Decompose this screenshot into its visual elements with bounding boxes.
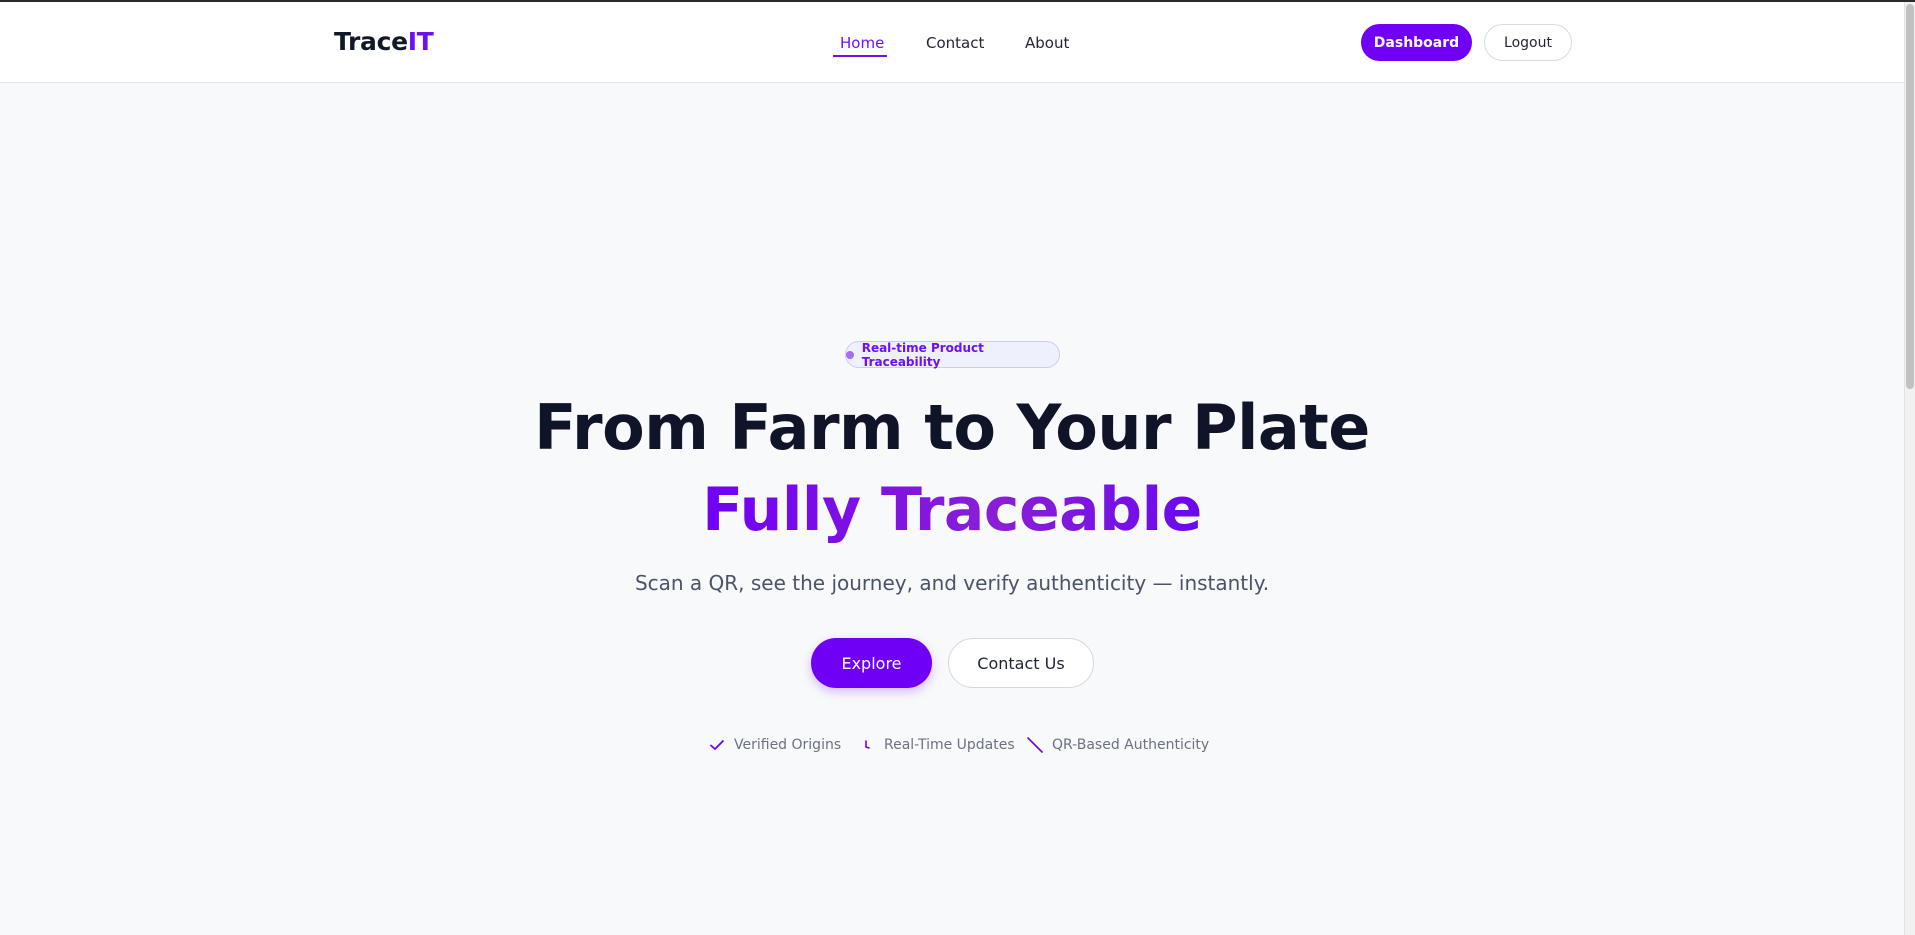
logout-button[interactable]: Logout: [1484, 24, 1572, 61]
nav-link-home[interactable]: Home: [840, 34, 884, 52]
hero-subtitle-text: Fully Traceable: [702, 475, 1202, 545]
scrollbar-thumb[interactable]: [1906, 4, 1914, 389]
badge-label: Real-time Product Traceability: [861, 340, 984, 369]
nav-link-about[interactable]: About: [1025, 34, 1069, 52]
hero-description: Scan a QR, see the journey, and verify a…: [634, 571, 1270, 595]
feature-verified-origins: Verified Origins: [708, 735, 841, 755]
feature-real-time-updates: Real-Time Updates: [858, 735, 1015, 755]
main-nav: Home Contact About: [0, 2, 1904, 82]
clock-icon: [865, 740, 870, 749]
feature-qr-authenticity: QR-Based Authenticity: [1026, 735, 1209, 755]
hero-subtitle: Fully Traceable: [0, 474, 1904, 546]
nav-link-contact[interactable]: Contact: [926, 34, 984, 52]
dashboard-button[interactable]: Dashboard: [1361, 24, 1472, 61]
feature-label: Verified Origins: [734, 737, 842, 753]
slash-icon: [1027, 737, 1043, 753]
traceability-badge: Real-time Product Traceability: [845, 340, 1060, 369]
hero-title: From Farm to Your Plate: [534, 391, 1370, 464]
feature-label: QR-Based Authenticity: [1052, 737, 1210, 753]
badge-dot-icon: [846, 350, 854, 359]
navbar: TraceIT Home Contact About Dashboard Log…: [0, 2, 1904, 83]
explore-button[interactable]: Explore: [811, 638, 932, 688]
feature-label: Real-Time Updates: [884, 737, 1015, 753]
check-icon: [710, 740, 724, 750]
active-nav-indicator: [833, 55, 887, 57]
contact-us-button[interactable]: Contact Us: [948, 638, 1094, 688]
